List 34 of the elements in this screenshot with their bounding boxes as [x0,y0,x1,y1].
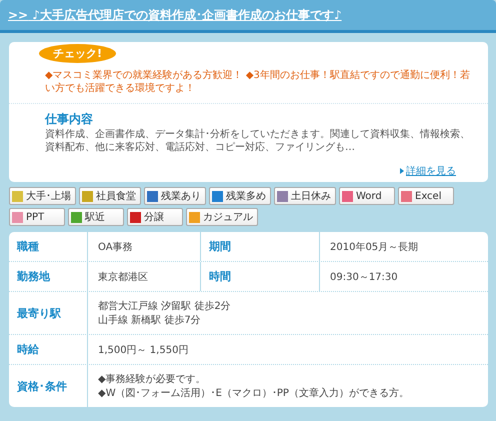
highlight-text: ◆マスコミ業界での就業経験がある方歓迎！ ◆3年間のお仕事！駅直結ですので通勤に便利！若い方でも活躍できる環境ですよ！ [45,69,471,95]
row-label: 時間 [201,262,320,291]
tag-label: 大手･上場 [26,190,71,203]
tag-label: 土日休み [291,190,331,203]
cell-value: 東京都港区 [98,270,149,284]
tag-label: Excel [415,190,442,202]
tag-label: 残業多め [226,190,266,203]
details-link[interactable]: 詳細を見る [406,164,456,178]
cell-value: ◆W（図･フォーム活用）･E（マクロ）･PP（文章入力）ができる方。 [98,386,410,400]
cell-value: 09:30～17:30 [330,270,399,284]
cell-value: 2010年05月～長期 [330,240,420,254]
cell-value: OA事務 [98,240,134,254]
row-label: 勤務地 [9,262,88,291]
tag-label: PPT [26,212,44,222]
row-label: 資格･条件 [9,365,88,407]
cell-value: 1,500円～ 1,550円 [98,344,190,356]
tag-label: カジュアル [203,211,253,224]
job-description: 資料作成、企画書作成、データ集計･分析をしていただきます。関連して資料収集、情報検索、資料配布、他に来客応対、電話応対、コピー対応、ファイリングも… [45,128,471,154]
row-label: 職種 [9,232,88,261]
cell-value: 山手線 新橋駅 徒歩7分 [98,314,202,327]
row-label: 時給 [9,335,88,364]
cell-value: ◆事務経験が必要です。 [98,372,207,386]
section-heading: 仕事内容 [45,111,94,128]
tag-label: 分譲 [144,210,164,224]
triangle-icon [400,168,404,174]
cell-value: 都営大江戸線 汐留駅 徒歩2分 [98,300,232,313]
row-label: 最寄り駅 [9,292,88,334]
job-title-link[interactable]: >> ♪大手広告代理店での資料作成･企画書作成のお仕事です♪ [8,6,342,24]
tag-label: 社員食堂 [96,190,136,203]
check-badge: チェック! [39,44,116,63]
tag-label: 駅近 [85,210,105,224]
row-label: 期間 [201,232,320,261]
tag-label: Word [356,190,382,202]
tag-label: 残業あり [161,190,201,203]
